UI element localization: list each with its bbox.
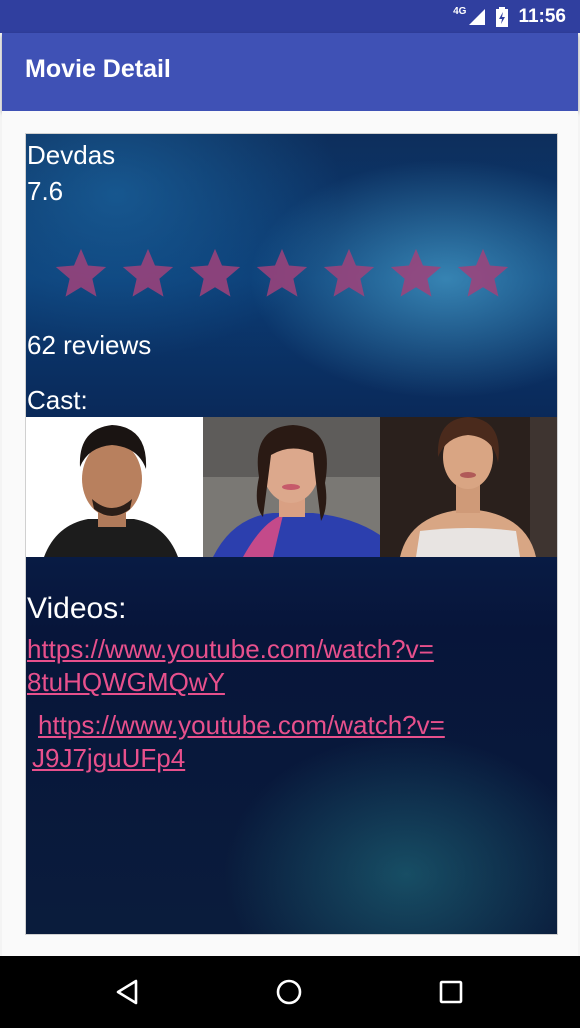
back-icon[interactable] (112, 976, 144, 1008)
app-bar: Movie Detail (2, 33, 578, 111)
video-link-url: https://www.youtube.com/watch?v= (27, 634, 434, 664)
video-link-url: https://www.youtube.com/watch?v= (38, 710, 445, 740)
actor-portrait (26, 417, 203, 557)
movie-title: Devdas (27, 140, 116, 170)
cast-photo-2[interactable] (203, 417, 380, 557)
review-count: 62 reviews (27, 330, 152, 360)
star-icon (189, 248, 241, 297)
network-type: 4G (453, 5, 467, 17)
star-icon (55, 248, 107, 297)
video-link-id: J9J7jguUFp4 (32, 743, 186, 773)
star-icon (390, 248, 442, 297)
page-title: Movie Detail (25, 55, 171, 83)
rating-stars (52, 244, 512, 302)
clock: 11:56 (518, 6, 566, 27)
videos-label: Videos: (27, 592, 127, 625)
movie-rating: 7.6 (27, 176, 64, 206)
cast-photo-3[interactable] (380, 417, 557, 557)
status-icons: 4G 11:56 (453, 6, 566, 28)
star-icon (323, 248, 375, 297)
video-link-id: 8tuHQWGMQwY (27, 667, 225, 697)
star-icon (122, 248, 174, 297)
navigation-bar (0, 956, 580, 1028)
cast-photo-1[interactable] (26, 417, 203, 557)
video-link-1[interactable]: https://www.youtube.com/watch?v= 8tuHQWG… (27, 633, 507, 699)
actress-portrait (203, 417, 380, 557)
star-icon (256, 248, 308, 297)
cast-list (26, 417, 557, 557)
status-bar: 4G 11:56 (0, 0, 580, 33)
signal-icon (469, 9, 486, 25)
recent-apps-icon[interactable] (435, 976, 467, 1008)
home-icon[interactable] (273, 976, 305, 1008)
movie-detail-card: Devdas 7.6 62 reviews Cast: Videos: http… (25, 133, 558, 935)
star-icon (457, 248, 509, 297)
cast-label: Cast: (27, 385, 88, 415)
battery-icon (496, 7, 509, 27)
actress-portrait (380, 417, 557, 557)
video-link-2[interactable]: https://www.youtube.com/watch?v= J9J7jgu… (32, 709, 512, 775)
content-area: Devdas 7.6 62 reviews Cast: Videos: http… (2, 111, 578, 956)
